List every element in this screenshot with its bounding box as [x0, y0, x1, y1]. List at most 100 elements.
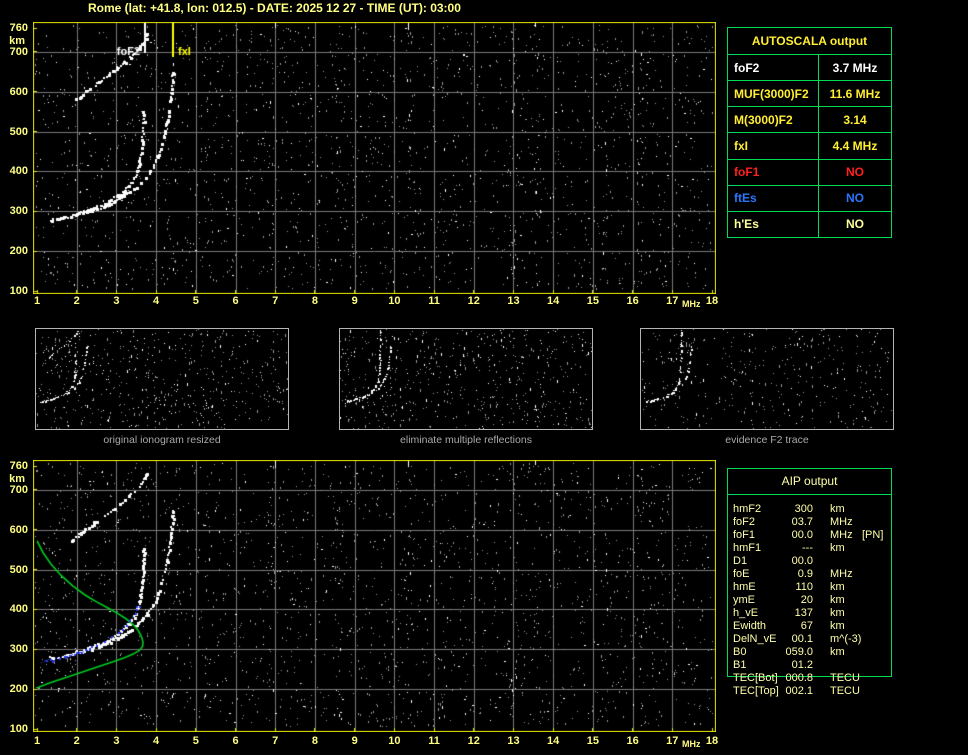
thumbnail-caption-f2-trace: evidence F2 trace: [725, 434, 809, 446]
x-axis-tick-label: 9: [351, 295, 358, 307]
x-axis-tick-label: 15: [586, 735, 599, 747]
x-axis-tick-label: 11: [428, 295, 440, 307]
aip-row-unit: TECU: [830, 672, 860, 684]
y-axis-tick-label: 760: [9, 22, 28, 34]
aip-table-row: B0 059.0 km: [727, 646, 892, 659]
aip-row-unit: MHz: [830, 516, 853, 528]
y-axis-tick-label: 700: [9, 483, 28, 496]
aip-row-label: foF1: [733, 529, 756, 541]
aip-row-unit: m^(-3): [830, 633, 862, 645]
y-axis-labels-top: 760 700 600 500 400 300 200 100 km: [0, 22, 31, 297]
x-axis-unit-label: MHz: [682, 739, 701, 749]
y-axis-tick-label: 700: [9, 45, 28, 58]
aip-row-value: 002.1: [785, 685, 813, 697]
autoscala-row-label: fxI: [728, 133, 819, 159]
autoscala-row-value: 3.14: [843, 112, 867, 127]
aip-row-unit: MHz: [830, 529, 853, 541]
x-axis-tick-label: 3: [113, 735, 120, 747]
aip-row-note: [PN]: [862, 529, 884, 541]
aip-table-row: TEC[Top] 002.1 TECU: [727, 685, 892, 698]
thumbnail-no-multiple-reflections: [339, 328, 593, 430]
aip-row-unit: TECU: [830, 685, 860, 697]
aip-table-row: TEC[Bot] 000.8 TECU: [727, 672, 892, 685]
aip-table-header: AIP output: [728, 469, 891, 495]
x-axis-tick-label: 14: [547, 735, 560, 747]
aip-row-unit: km: [830, 542, 845, 554]
aip-row-unit: km: [830, 503, 845, 515]
aip-row-label: foE: [733, 568, 750, 580]
aip-row-label: B1: [733, 659, 747, 671]
y-axis-unit-label: km: [9, 473, 25, 485]
aip-row-value: 000.8: [785, 672, 813, 684]
aip-row-value: 20: [800, 594, 813, 606]
x-axis-tick-label: 7: [272, 735, 279, 747]
y-axis-tick-label: 100: [9, 723, 28, 735]
x-axis-tick-label: 7: [272, 295, 279, 307]
x-axis-tick-label: 1: [33, 735, 41, 747]
autoscala-row-label: ftEs: [728, 185, 819, 211]
station-title: Rome (lat: +41.8, lon: 012.5) - DATE: 20…: [88, 1, 461, 15]
y-axis-tick-label: 200: [9, 683, 28, 696]
aip-row-label: hmE: [733, 581, 756, 593]
aip-table-row: hmF2 300 km: [727, 503, 892, 516]
x-axis-tick-label: 4: [153, 295, 160, 307]
aip-row-unit: km: [830, 581, 845, 593]
y-axis-tick-label: 500: [9, 125, 28, 138]
aip-row-unit: km: [830, 646, 845, 658]
aip-row-unit: km: [830, 607, 845, 619]
aip-row-value: 137: [794, 607, 813, 619]
aip-row-label: hmF1: [733, 542, 762, 554]
x-axis-tick-label: 10: [388, 295, 401, 307]
x-axis-tick-label: 8: [311, 295, 318, 307]
aip-table-row: foF1 00.0 MHz [PN]: [727, 529, 892, 542]
aip-row-label: h_vE: [733, 607, 759, 619]
autoscala-table-rows: foF2 3.7 MHz MUF(3000)F2 11.6 MHz M(3000)F2 3…: [728, 55, 891, 237]
aip-row-value: 00.0: [791, 529, 813, 541]
aip-row-label: D1: [733, 555, 748, 567]
x-axis-labels-top: 1 2 3 4 5 6 7 8 9 10 11 12 13 14 15 16 17 18 MHz: [33, 295, 733, 310]
aip-row-label: B0: [733, 646, 747, 658]
aip-table-row: ymE 20 km: [727, 594, 892, 607]
x-axis-tick-label: 15: [586, 295, 599, 307]
aip-table-row: h_vE 137 km: [727, 607, 892, 620]
aip-table-rows: hmF2 300 km foF2 03.7 MHz foF1 00.0 MHz [PN] hmF1 -…: [727, 503, 892, 698]
x-axis-tick-label: 5: [192, 295, 199, 307]
ionogram-canvas-top: [33, 22, 716, 294]
x-axis-tick-label: 14: [547, 295, 560, 307]
autoscala-row-value: NO: [846, 191, 864, 206]
y-axis-tick-label: 600: [9, 85, 28, 98]
aip-row-value: ---: [802, 542, 813, 554]
autoscala-row-value: NO: [846, 165, 864, 180]
aip-row-label: ymE: [733, 594, 755, 606]
autoscala-table-row: fxI 4.4 MHz: [728, 132, 891, 159]
aip-table-row: hmE 110 km: [727, 581, 892, 594]
y-axis-tick-label: 760: [9, 460, 28, 472]
x-axis-tick-label: 3: [113, 295, 120, 307]
x-axis-tick-label: 13: [507, 295, 520, 307]
thumbnail-caption-no-multiples: eliminate multiple reflections: [400, 434, 532, 446]
x-axis-tick-label: 16: [626, 295, 639, 307]
aip-table-row: foE 0.9 MHz: [727, 568, 892, 581]
y-axis-unit-label: km: [9, 35, 25, 47]
aip-row-label: foF2: [733, 516, 756, 528]
autoscala-row-label: foF1: [728, 159, 819, 185]
aip-row-value: 67: [800, 620, 813, 632]
x-axis-tick-label: 16: [626, 735, 639, 747]
x-axis-tick-label: 4: [153, 735, 160, 747]
x-axis-tick-label: 13: [507, 735, 520, 747]
autoscala-table-row: M(3000)F2 3.14: [728, 106, 891, 133]
x-axis-tick-label: 10: [388, 735, 401, 747]
x-axis-tick-label: 1: [33, 295, 41, 307]
ionogram-canvas-bottom: [33, 460, 716, 732]
y-axis-labels-bottom: 760 700 600 500 400 300 200 100 km: [0, 460, 31, 735]
aip-row-value: 01.2: [791, 659, 813, 671]
aip-row-label: Ewidth: [733, 620, 767, 632]
x-axis-tick-label: 8: [311, 735, 318, 747]
autoscala-row-label: M(3000)F2: [728, 107, 819, 133]
autoscala-table-row: h'Es NO: [728, 210, 891, 237]
aip-table-row: hmF1 --- km: [727, 542, 892, 555]
aip-row-label: hmF2: [733, 503, 762, 515]
autoscala-row-label: MUF(3000)F2: [728, 81, 819, 107]
aip-table-row: DelN_vE 00.1 m^(-3): [727, 633, 892, 646]
y-axis-tick-label: 400: [9, 165, 28, 178]
